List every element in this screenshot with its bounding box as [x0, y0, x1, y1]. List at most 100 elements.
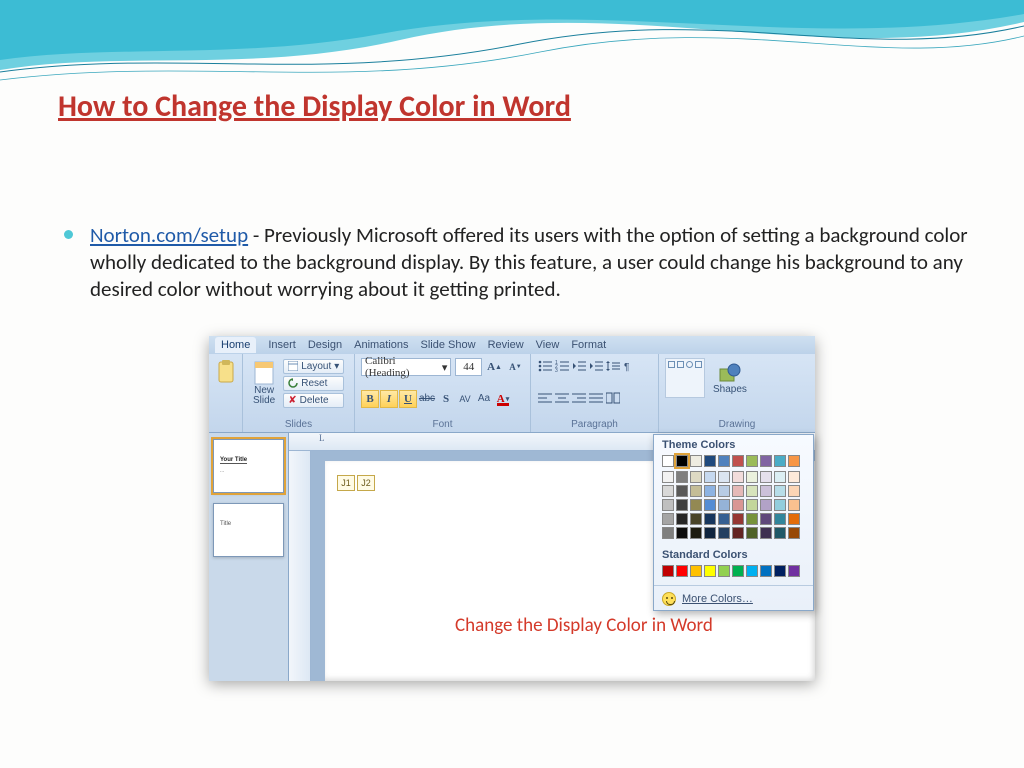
swatch[interactable]: [662, 455, 674, 467]
swatch[interactable]: [732, 527, 744, 539]
swatch[interactable]: [732, 565, 744, 577]
swatch[interactable]: [774, 455, 786, 467]
align-right-button[interactable]: [571, 390, 587, 406]
italic-button[interactable]: I: [380, 390, 398, 408]
swatch[interactable]: [662, 565, 674, 577]
swatch[interactable]: [704, 471, 716, 483]
swatch[interactable]: [788, 485, 800, 497]
swatch[interactable]: [704, 513, 716, 525]
swatch[interactable]: [732, 471, 744, 483]
swatch[interactable]: [704, 485, 716, 497]
swatch[interactable]: [760, 471, 772, 483]
new-slide-button[interactable]: New Slide: [249, 358, 279, 408]
font-size-combo[interactable]: 44: [455, 358, 482, 376]
swatch[interactable]: [760, 527, 772, 539]
swatch[interactable]: [746, 471, 758, 483]
swatch[interactable]: [718, 471, 730, 483]
swatch[interactable]: [788, 471, 800, 483]
swatch[interactable]: [774, 499, 786, 511]
swatch[interactable]: [788, 499, 800, 511]
align-left-button[interactable]: [537, 390, 553, 406]
swatch[interactable]: [774, 513, 786, 525]
swatch[interactable]: [718, 455, 730, 467]
columns-button[interactable]: [605, 390, 621, 406]
decrease-indent-button[interactable]: [571, 358, 587, 374]
numbering-button[interactable]: 123: [554, 358, 570, 374]
tab-review[interactable]: Review: [488, 339, 524, 351]
tab-home[interactable]: Home: [215, 337, 256, 353]
swatch[interactable]: [774, 565, 786, 577]
swatch[interactable]: [676, 499, 688, 511]
swatch[interactable]: [760, 485, 772, 497]
swatch[interactable]: [676, 565, 688, 577]
swatch[interactable]: [690, 455, 702, 467]
swatch[interactable]: [760, 513, 772, 525]
line-spacing-button[interactable]: [605, 358, 621, 374]
swatch[interactable]: [718, 513, 730, 525]
swatch[interactable]: [732, 485, 744, 497]
swatch[interactable]: [746, 565, 758, 577]
swatch[interactable]: [690, 513, 702, 525]
swatch[interactable]: [676, 513, 688, 525]
char-spacing-button[interactable]: AV: [456, 390, 474, 408]
tab-slideshow[interactable]: Slide Show: [421, 339, 476, 351]
swatch[interactable]: [704, 499, 716, 511]
swatch[interactable]: [746, 455, 758, 467]
swatch[interactable]: [662, 471, 674, 483]
slide-thumb-1[interactable]: Your Title ...: [213, 439, 284, 493]
swatch[interactable]: [676, 471, 688, 483]
tab-format[interactable]: Format: [571, 339, 606, 351]
shape-gallery[interactable]: [665, 358, 705, 398]
swatch[interactable]: [690, 485, 702, 497]
tab-view[interactable]: View: [536, 339, 560, 351]
strike-button[interactable]: abc: [418, 390, 436, 408]
slide-thumb-2[interactable]: Title: [213, 503, 284, 557]
swatch[interactable]: [704, 455, 716, 467]
swatch[interactable]: [690, 499, 702, 511]
align-center-button[interactable]: [554, 390, 570, 406]
swatch[interactable]: [718, 499, 730, 511]
layout-button[interactable]: Layout ▾: [283, 359, 344, 374]
swatch[interactable]: [718, 527, 730, 539]
swatch[interactable]: [746, 499, 758, 511]
underline-button[interactable]: U: [399, 390, 417, 408]
swatch[interactable]: [746, 513, 758, 525]
paste-button[interactable]: [215, 358, 236, 386]
change-case-button[interactable]: Aa: [475, 390, 493, 408]
text-direction-button[interactable]: ¶: [622, 358, 638, 374]
swatch[interactable]: [718, 485, 730, 497]
swatch[interactable]: [676, 455, 688, 467]
shrink-font-button[interactable]: A▼: [507, 358, 524, 376]
swatch[interactable]: [662, 499, 674, 511]
increase-indent-button[interactable]: [588, 358, 604, 374]
swatch[interactable]: [732, 513, 744, 525]
bold-button[interactable]: B: [361, 390, 379, 408]
swatch[interactable]: [746, 485, 758, 497]
swatch[interactable]: [774, 485, 786, 497]
swatch[interactable]: [718, 565, 730, 577]
bullets-button[interactable]: [537, 358, 553, 374]
font-name-combo[interactable]: Calibri (Heading) ▾: [361, 358, 451, 376]
swatch[interactable]: [690, 565, 702, 577]
swatch[interactable]: [732, 499, 744, 511]
swatch[interactable]: [676, 485, 688, 497]
swatch[interactable]: [662, 485, 674, 497]
swatch[interactable]: [704, 565, 716, 577]
swatch[interactable]: [760, 499, 772, 511]
shadow-button[interactable]: S: [437, 390, 455, 408]
tab-animations[interactable]: Animations: [354, 339, 408, 351]
tab-insert[interactable]: Insert: [268, 339, 296, 351]
swatch[interactable]: [788, 513, 800, 525]
swatch[interactable]: [774, 471, 786, 483]
more-colors-item[interactable]: More Colors…: [654, 588, 813, 610]
swatch[interactable]: [760, 565, 772, 577]
swatch[interactable]: [704, 527, 716, 539]
swatch[interactable]: [690, 471, 702, 483]
swatch[interactable]: [662, 513, 674, 525]
tab-design[interactable]: Design: [308, 339, 342, 351]
swatch[interactable]: [788, 455, 800, 467]
norton-link[interactable]: Norton.com/setup: [90, 222, 248, 248]
swatch[interactable]: [676, 527, 688, 539]
swatch[interactable]: [690, 527, 702, 539]
shapes-button[interactable]: Shapes: [709, 360, 751, 397]
